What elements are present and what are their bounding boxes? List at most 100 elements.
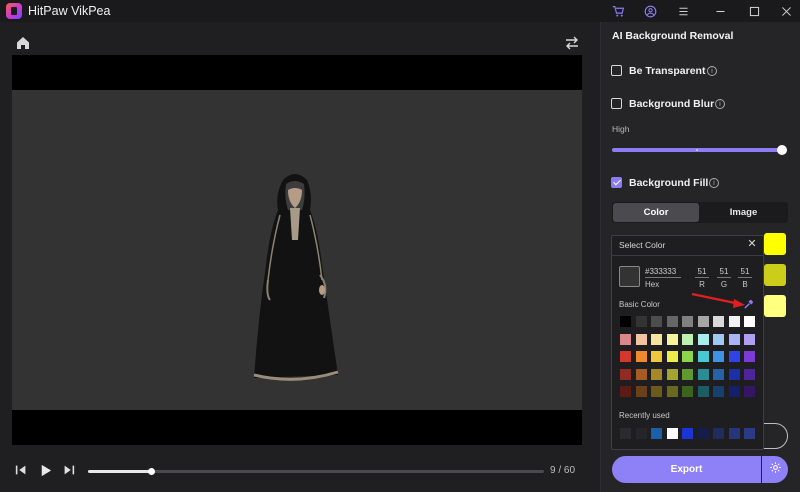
color-cell[interactable] xyxy=(620,386,631,397)
color-cell[interactable] xyxy=(728,386,740,397)
menu-icon[interactable] xyxy=(673,2,693,20)
eyedropper-icon[interactable] xyxy=(743,297,754,309)
color-cell[interactable] xyxy=(682,351,693,362)
color-cell[interactable] xyxy=(635,368,647,380)
recent-color-cell[interactable] xyxy=(651,428,662,439)
blur-slider-midpoint xyxy=(696,149,698,151)
current-color-swatch xyxy=(619,266,640,287)
info-icon[interactable]: i xyxy=(709,178,719,188)
account-icon[interactable] xyxy=(640,2,660,20)
green-input[interactable]: 51 xyxy=(717,267,731,278)
color-cell[interactable] xyxy=(697,351,709,362)
color-cell[interactable] xyxy=(682,316,693,327)
color-cell[interactable] xyxy=(713,386,724,397)
blur-level-label: High xyxy=(612,124,630,134)
background-blur-checkbox[interactable] xyxy=(611,98,622,109)
tab-color[interactable]: Color xyxy=(613,203,699,222)
color-cell[interactable] xyxy=(620,333,631,345)
color-cell[interactable] xyxy=(635,351,647,362)
color-cell[interactable] xyxy=(651,351,662,362)
be-transparent-label: Be Transparent xyxy=(629,65,706,77)
color-cell[interactable] xyxy=(682,386,693,397)
dialog-title: Select Color xyxy=(619,240,666,250)
recent-color-cell[interactable] xyxy=(635,428,647,439)
gear-icon xyxy=(769,461,782,479)
color-cell[interactable] xyxy=(728,333,740,345)
export-button[interactable]: Export xyxy=(612,456,761,483)
color-cell[interactable] xyxy=(666,316,678,327)
color-cell[interactable] xyxy=(666,386,678,397)
color-cell[interactable] xyxy=(682,333,693,345)
app-title: HitPaw VikPea xyxy=(28,4,111,18)
color-cell[interactable] xyxy=(713,351,724,362)
color-cell[interactable] xyxy=(635,316,647,327)
color-cell[interactable] xyxy=(666,333,678,345)
maximize-icon[interactable] xyxy=(744,2,764,20)
home-icon[interactable] xyxy=(14,34,32,52)
panel-title: AI Background Removal xyxy=(612,30,734,42)
blue-input[interactable]: 51 xyxy=(738,267,752,278)
hex-input[interactable]: #333333 xyxy=(645,267,681,278)
timeline-progress xyxy=(88,470,151,473)
color-cell[interactable] xyxy=(744,386,755,397)
close-icon[interactable]: ✕ xyxy=(746,238,758,250)
background-fill-label: Background Fill xyxy=(629,177,709,189)
background-fill-checkbox[interactable] xyxy=(611,177,622,188)
timeline-handle[interactable] xyxy=(148,468,155,475)
color-cell[interactable] xyxy=(635,333,647,345)
color-cell[interactable] xyxy=(651,368,662,380)
color-cell[interactable] xyxy=(744,368,755,380)
preset-swatch[interactable] xyxy=(764,295,786,317)
recent-color-cell[interactable] xyxy=(620,428,631,439)
recent-color-cell[interactable] xyxy=(697,428,709,439)
color-cell[interactable] xyxy=(697,386,709,397)
color-cell[interactable] xyxy=(651,333,662,345)
info-icon[interactable]: i xyxy=(707,66,717,76)
color-cell[interactable] xyxy=(620,351,631,362)
play-icon[interactable] xyxy=(37,462,53,478)
cart-icon[interactable] xyxy=(608,2,628,20)
recent-color-cell[interactable] xyxy=(666,428,678,439)
red-input[interactable]: 51 xyxy=(695,267,709,278)
color-cell[interactable] xyxy=(666,351,678,362)
color-cell[interactable] xyxy=(728,316,740,327)
color-cell[interactable] xyxy=(666,368,678,380)
color-cell[interactable] xyxy=(620,368,631,380)
color-cell[interactable] xyxy=(713,368,724,380)
minimize-icon[interactable] xyxy=(710,2,730,20)
export-settings-button[interactable] xyxy=(762,456,788,483)
color-cell[interactable] xyxy=(620,316,631,327)
info-icon[interactable]: i xyxy=(715,99,725,109)
color-cell[interactable] xyxy=(713,316,724,327)
color-cell[interactable] xyxy=(651,386,662,397)
color-cell[interactable] xyxy=(697,368,709,380)
swap-icon[interactable] xyxy=(563,34,581,52)
color-cell[interactable] xyxy=(697,333,709,345)
color-cell[interactable] xyxy=(728,368,740,380)
preset-swatch[interactable] xyxy=(764,264,786,286)
color-cell[interactable] xyxy=(728,351,740,362)
be-transparent-checkbox[interactable] xyxy=(611,65,622,76)
color-cell[interactable] xyxy=(635,386,647,397)
color-cell[interactable] xyxy=(744,333,755,345)
timeline-track[interactable] xyxy=(88,470,544,473)
person-figure xyxy=(250,170,340,385)
color-cell[interactable] xyxy=(697,316,709,327)
blur-slider-handle[interactable] xyxy=(777,145,787,155)
tab-image[interactable]: Image xyxy=(700,203,787,222)
close-icon[interactable] xyxy=(776,2,796,20)
color-cell[interactable] xyxy=(744,316,755,327)
color-cell[interactable] xyxy=(651,316,662,327)
recent-color-cell[interactable] xyxy=(728,428,740,439)
recent-color-cell[interactable] xyxy=(713,428,724,439)
color-cell[interactable] xyxy=(682,368,693,380)
recent-color-cell[interactable] xyxy=(744,428,755,439)
next-frame-icon[interactable] xyxy=(61,462,77,478)
basic-color-label: Basic Color xyxy=(619,300,660,309)
prev-frame-icon[interactable] xyxy=(13,462,29,478)
color-cell[interactable] xyxy=(713,333,724,345)
preset-swatch[interactable] xyxy=(764,233,786,255)
recent-color-cell[interactable] xyxy=(682,428,693,439)
red-label: R xyxy=(699,280,705,289)
color-cell[interactable] xyxy=(744,351,755,362)
